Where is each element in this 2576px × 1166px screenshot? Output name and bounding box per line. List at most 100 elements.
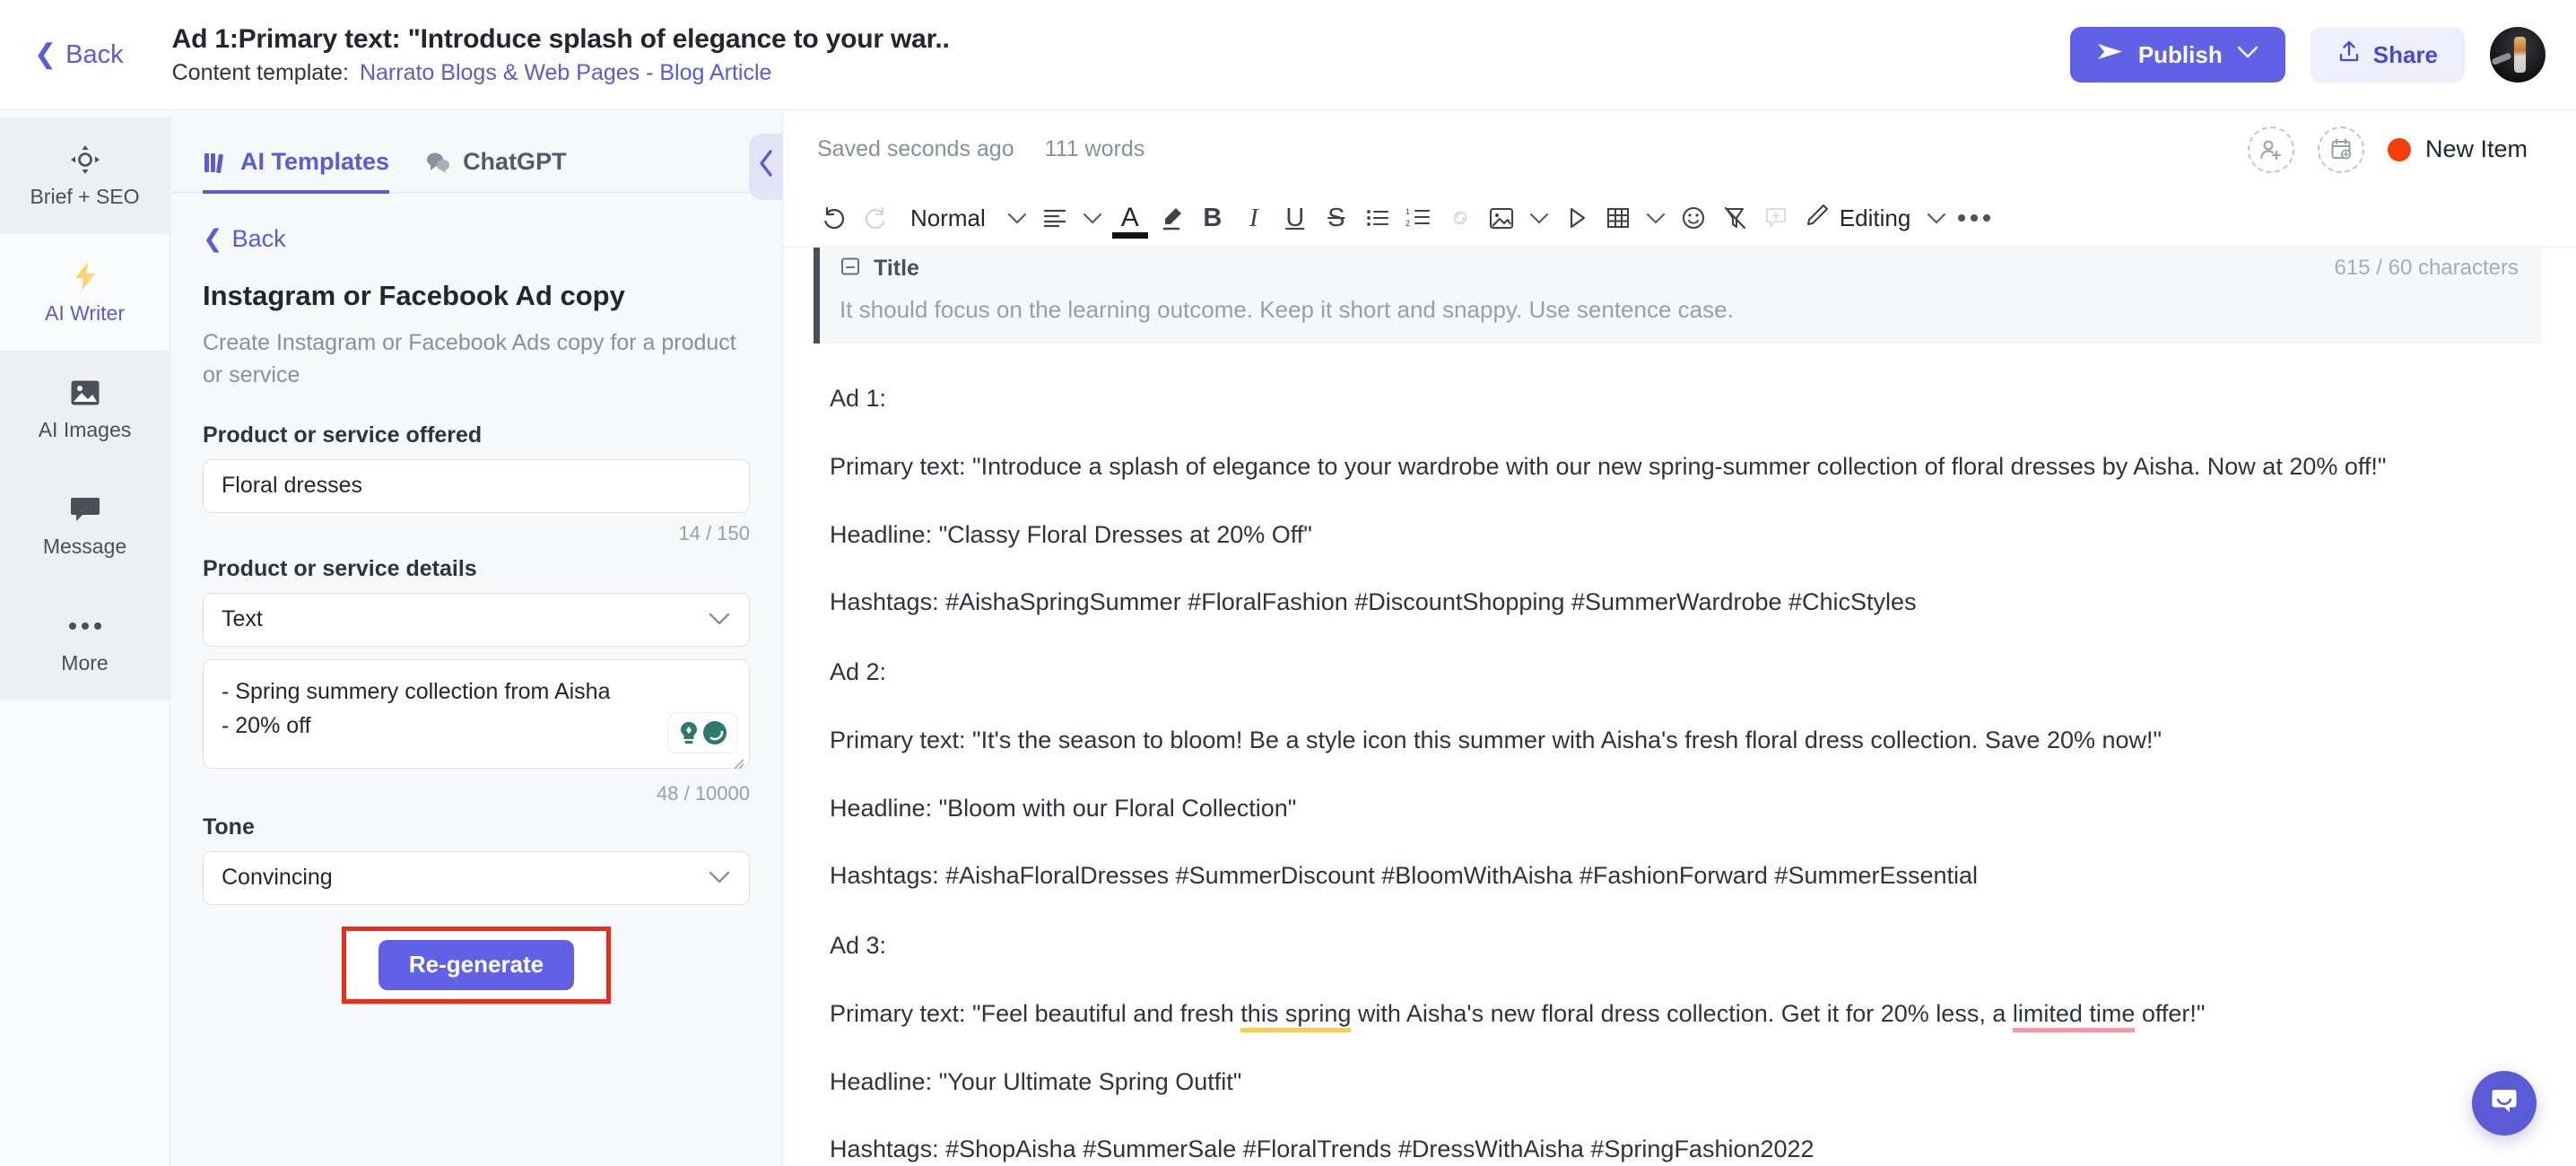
doc-spacer [830,901,2522,927]
grammarly-icon[interactable] [667,711,737,753]
numbered-list-button[interactable]: 12 [1398,194,1440,242]
doc-spacer [830,628,2522,653]
share-button[interactable]: Share [2310,27,2465,83]
grammar-suggestion-limited-time[interactable]: limited time [2012,999,2136,1032]
highlight-icon[interactable] [1151,194,1192,242]
publish-button[interactable]: Publish [2069,27,2285,83]
editing-mode-button[interactable]: Editing [1797,194,1920,242]
chevron-down-icon [708,866,731,890]
tab-label: ChatGPT [463,148,567,175]
rail-item-label: AI Writer [44,300,126,325]
add-comment-icon[interactable] [1755,194,1797,242]
tab-ai-templates[interactable]: AI Templates [203,148,390,194]
title-placeholder-block[interactable]: Title 615 / 60 characters It should focu… [814,248,2542,344]
rail-item-ai-writer[interactable]: AI Writer [0,234,170,351]
editor-status-actions: New Item [2247,126,2528,173]
note-icon [840,257,861,280]
app-root: ❮ Back Ad 1:Primary text: "Introduce spl… [0,0,2576,1166]
regenerate-button[interactable]: Re-generate [378,939,575,990]
align-chevron-down-icon[interactable] [1075,194,1110,242]
panel-back-label: Back [231,225,286,252]
avatar[interactable] [2490,27,2546,83]
doc-paragraph-marked: Primary text: "Feel beautiful and fresh … [830,995,2522,1034]
product-counter: 14 / 150 [678,521,750,544]
editor-document[interactable]: Title 615 / 60 characters It should focu… [783,248,2576,1166]
clear-formatting-icon[interactable] [1714,194,1755,242]
chevron-left-icon: ❮ [34,39,57,69]
intercom-messenger-button[interactable] [2472,1070,2537,1136]
rail-item-ai-images[interactable]: AI Images [0,351,170,467]
new-item-status[interactable]: New Item [2387,135,2528,163]
left-rail: Brief + SEO AI Writer AI Images Message [0,110,170,1166]
panel-back-button[interactable]: ❮ Back [203,225,750,253]
ai-panel-tabs: AI Templates ChatGPT [170,110,782,194]
chat-bubbles-icon [425,151,450,174]
tone-select[interactable]: Convincing [203,850,750,905]
undo-icon[interactable] [814,194,855,242]
collapse-panel-button[interactable] [749,134,783,200]
bullet-list-button[interactable] [1357,194,1398,242]
marked-mid: with Aisha's new floral dress collection… [1351,999,2013,1027]
schedule-button[interactable] [2317,126,2364,173]
font-color-icon[interactable]: A [1110,194,1151,242]
doc-paragraph: Primary text: "Introduce a splash of ele… [830,453,2387,480]
pencil-icon [1806,204,1829,233]
back-button[interactable]: ❮ Back [27,35,131,75]
title-block-header: Title 615 / 60 characters [840,257,2519,280]
editing-chevron-down-icon[interactable] [1919,194,1954,242]
svg-text:1: 1 [1405,207,1410,216]
text-style-chevron-down-icon[interactable] [1000,194,1034,242]
details-textarea[interactable]: - Spring summery collection from Aisha -… [203,658,750,769]
align-icon[interactable] [1034,194,1075,242]
redo-icon[interactable] [855,194,896,242]
rail-item-brief-seo[interactable]: Brief + SEO [0,117,170,234]
send-icon [2097,41,2124,69]
strikethrough-button[interactable]: S [1316,194,1357,242]
lightning-icon [71,260,100,292]
image-icon [70,377,100,409]
table-chevron-down-icon[interactable] [1639,194,1673,242]
app-body: Brief + SEO AI Writer AI Images Message [0,110,2576,1166]
content-template-link[interactable]: Narrato Blogs & Web Pages - Blog Article [360,60,771,86]
editing-mode-label: Editing [1839,204,1911,231]
emoji-icon[interactable] [1673,194,1714,242]
word-count: 111 words [1044,136,1145,162]
editor-toolbar: Normal A B I U S 1 2 Editing [783,189,2576,248]
document-body[interactable]: Ad 1: Primary text: "Introduce a splash … [783,344,2576,1166]
regenerate-wrap: Re-generate [203,926,750,1004]
text-style-select[interactable]: Normal [896,194,1000,242]
more-options-icon[interactable] [1954,194,1995,242]
new-item-label: New Item [2424,135,2528,163]
add-collaborator-button[interactable] [2247,126,2294,173]
chevron-down-icon [708,608,731,631]
details-type-select[interactable]: Text [203,592,750,647]
italic-button[interactable]: I [1233,194,1275,242]
underline-button[interactable]: U [1275,194,1316,242]
video-icon[interactable] [1556,194,1597,242]
chevron-down-icon [2237,45,2258,65]
top-bar: ❮ Back Ad 1:Primary text: "Introduce spl… [0,0,2576,110]
back-button-label: Back [65,39,124,69]
upload-icon [2337,39,2361,71]
regenerate-highlight: Re-generate [341,926,612,1004]
share-button-label: Share [2372,40,2438,68]
title-block-hint: It should focus on the learning outcome.… [840,296,1734,324]
tab-chatgpt[interactable]: ChatGPT [425,148,567,194]
insert-image-icon[interactable] [1481,194,1522,242]
image-chevron-down-icon[interactable] [1522,194,1556,242]
rail-item-message[interactable]: Message [0,467,170,584]
doc-paragraph: Headline: "Your Ultimate Spring Outfit" [830,1067,1242,1095]
title-block: Ad 1:Primary text: "Introduce splash of … [172,24,950,86]
content-template-label: Content template: [171,59,349,85]
content-template-row: Content template: Narrato Blogs & Web Pa… [172,60,950,86]
link-icon[interactable] [1440,194,1481,242]
rail-item-more[interactable]: More [0,584,170,700]
bold-button[interactable]: B [1192,194,1233,242]
table-icon[interactable] [1597,194,1639,242]
marked-suffix: offer!" [2135,999,2206,1027]
grammar-suggestion-this-spring[interactable]: this spring [1240,999,1352,1032]
tab-label: AI Templates [240,148,390,175]
page-title: Ad 1:Primary text: "Introduce splash of … [171,23,950,54]
product-input[interactable] [203,458,750,513]
svg-text:2: 2 [1405,219,1410,228]
